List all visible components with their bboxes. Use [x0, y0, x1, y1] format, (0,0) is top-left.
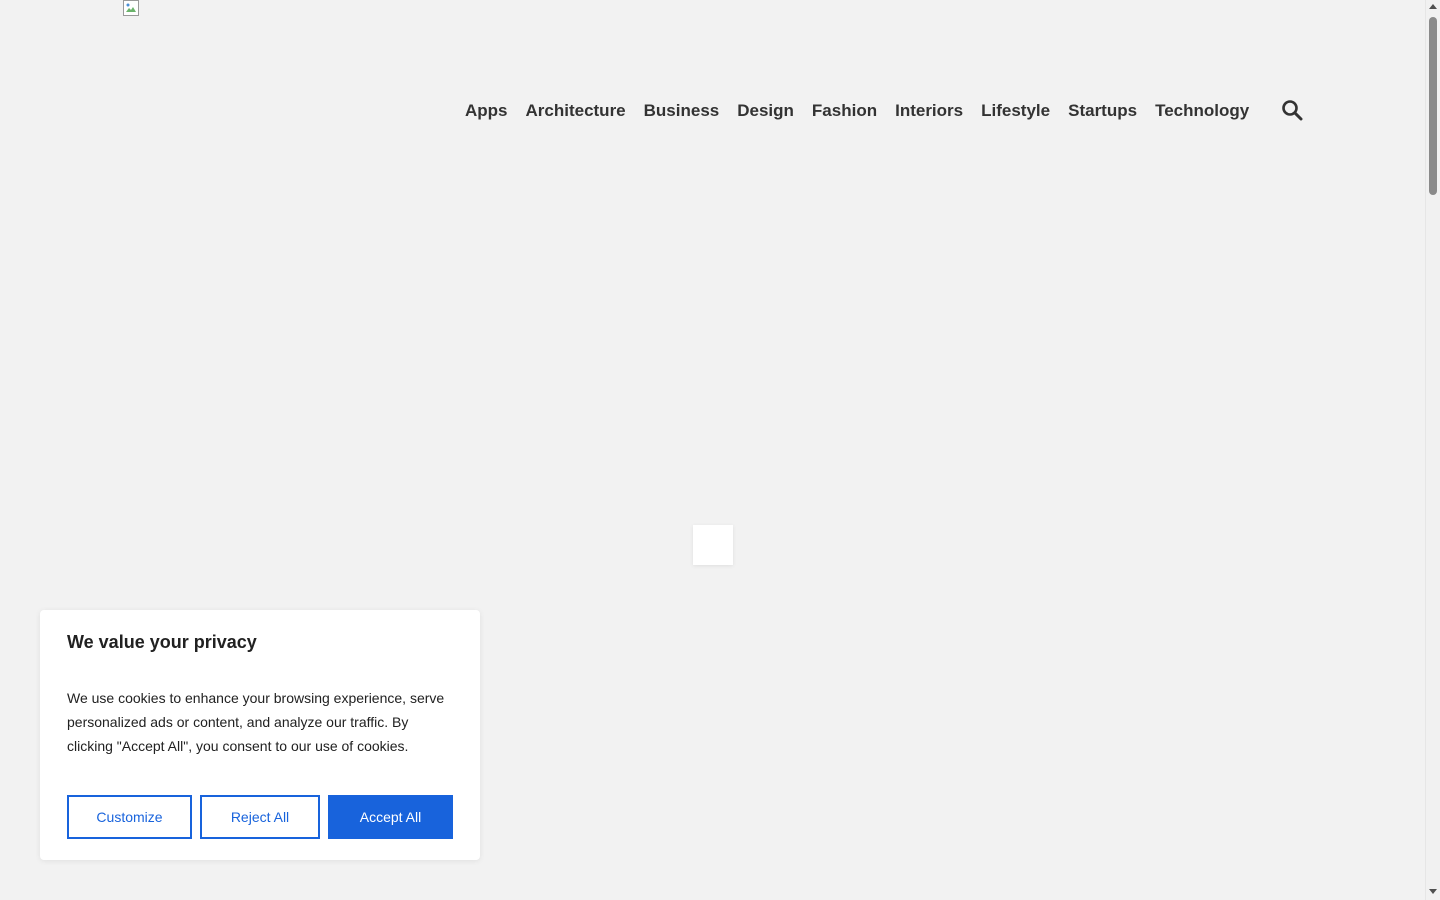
broken-image-icon [123, 0, 139, 16]
search-button[interactable] [1281, 99, 1303, 121]
reject-all-button[interactable]: Reject All [200, 795, 320, 839]
scrollbar-thumb[interactable] [1429, 17, 1437, 195]
nav-item-architecture[interactable]: Architecture [526, 99, 626, 123]
nav-item-business[interactable]: Business [644, 99, 720, 123]
search-icon [1282, 100, 1303, 121]
vertical-scrollbar[interactable] [1425, 0, 1440, 900]
cookie-consent-banner: We value your privacy We use cookies to … [40, 610, 480, 860]
nav-item-design[interactable]: Design [737, 99, 794, 123]
nav-item-technology[interactable]: Technology [1155, 99, 1249, 123]
scroll-down-arrow-icon[interactable] [1429, 889, 1437, 894]
main-nav: Apps Architecture Business Design Fashio… [465, 99, 1267, 123]
page: Apps Architecture Business Design Fashio… [0, 0, 1440, 900]
nav-item-lifestyle[interactable]: Lifestyle [981, 99, 1050, 123]
scroll-up-arrow-icon[interactable] [1429, 4, 1437, 9]
site-logo[interactable] [123, 0, 139, 16]
customize-button[interactable]: Customize [67, 795, 192, 839]
loading-placeholder [693, 525, 733, 565]
nav-item-interiors[interactable]: Interiors [895, 99, 963, 123]
cookie-description: We use cookies to enhance your browsing … [67, 690, 445, 754]
cookie-title: We value your privacy [67, 632, 257, 652]
nav-item-startups[interactable]: Startups [1068, 99, 1137, 123]
accept-all-button[interactable]: Accept All [328, 795, 453, 839]
nav-item-fashion[interactable]: Fashion [812, 99, 877, 123]
nav-item-apps[interactable]: Apps [465, 99, 508, 123]
